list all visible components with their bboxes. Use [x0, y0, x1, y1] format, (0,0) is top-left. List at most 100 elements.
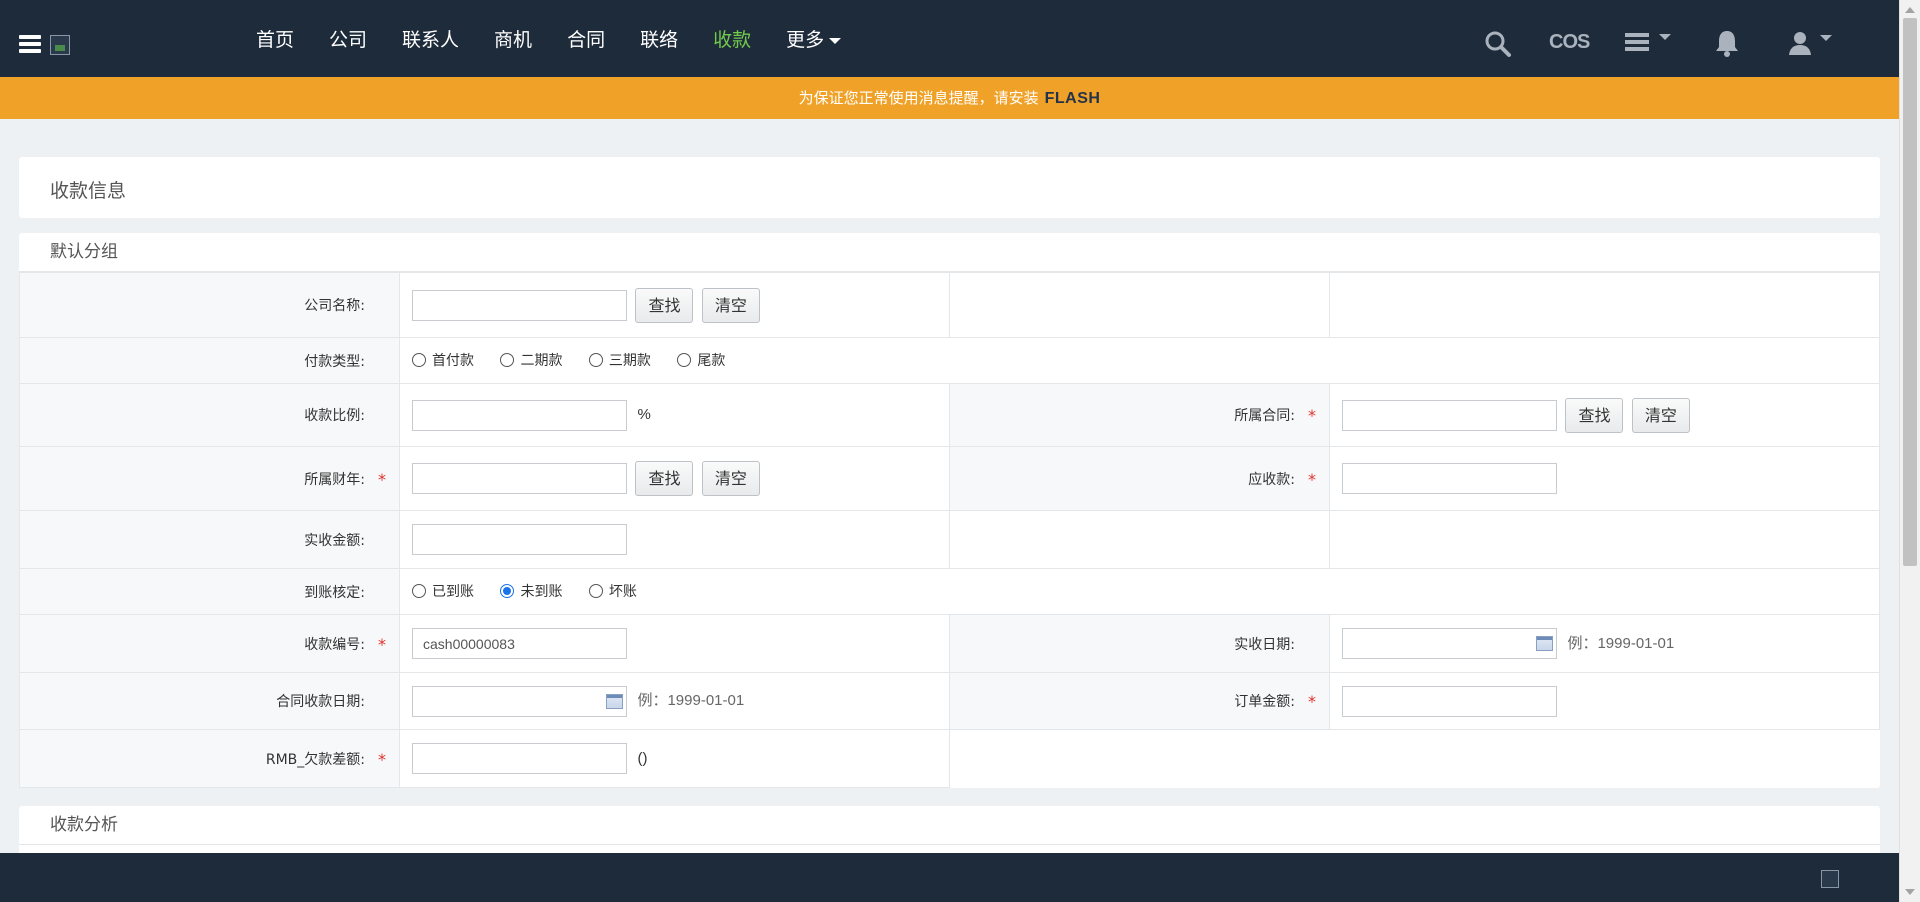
form-row: 收款编号: * 实收日期: 例：1999-01-01: [19, 614, 1880, 673]
user-icon[interactable]: [1788, 30, 1832, 60]
arrival-cell: 已到账 未到账 坏账: [399, 568, 1880, 615]
receivable-cell: [1329, 446, 1880, 511]
form-row: 到账核定: 已到账 未到账 坏账: [19, 568, 1880, 615]
form-row: RMB_欠款差额: * (): [19, 729, 1880, 788]
scroll-thumb[interactable]: [1903, 18, 1917, 566]
arrival-radio-received[interactable]: 已到账: [412, 581, 474, 601]
fiscal-year-label: 所属财年:: [304, 471, 365, 488]
number-label: 收款编号:: [304, 636, 365, 653]
bell-icon[interactable]: [1712, 28, 1742, 62]
form-row: 收款比例: % 所属合同: * 查找 清空: [19, 383, 1880, 447]
contract-date-hint: 例：1999-01-01: [637, 692, 745, 709]
calendar-icon[interactable]: [1536, 636, 1553, 651]
logo-image[interactable]: [50, 35, 70, 55]
cos-icon[interactable]: COS: [1549, 31, 1590, 54]
nav-item-contracts[interactable]: 合同: [567, 25, 605, 52]
search-icon[interactable]: [1484, 30, 1512, 62]
required-mark: *: [1308, 406, 1316, 425]
company-name-cell: 查找 清空: [399, 272, 950, 338]
radio-circle: [500, 584, 515, 598]
scroll-down-arrow-icon[interactable]: [1905, 889, 1915, 895]
required-mark: *: [1308, 469, 1316, 489]
actual-amount-input[interactable]: [412, 524, 627, 555]
radio-circle: [500, 353, 515, 367]
actual-date-cell: 例：1999-01-01: [1329, 614, 1880, 673]
nav-item-communications[interactable]: 联络: [640, 25, 678, 52]
company-find-button[interactable]: 查找: [635, 287, 694, 323]
payment-type-radio-third[interactable]: 三期款: [588, 350, 651, 370]
list-menu-icon[interactable]: [1625, 33, 1671, 57]
cos-label: COS: [1549, 31, 1590, 53]
number-cell: [399, 614, 950, 673]
fiscal-year-label-cell: 所属财年: *: [19, 446, 400, 511]
fiscal-year-input[interactable]: [412, 463, 627, 494]
percent-unit: %: [637, 406, 651, 423]
contract-date-wrap: [412, 685, 627, 717]
fiscal-year-clear-button[interactable]: 清空: [701, 461, 760, 496]
calendar-icon[interactable]: [606, 693, 623, 709]
company-name-label: 公司名称:: [19, 272, 400, 338]
required-mark: *: [378, 634, 386, 654]
empty-cell: [949, 272, 1330, 338]
required-mark: *: [1308, 692, 1316, 711]
actual-amount-cell: [399, 510, 950, 569]
contract-label-cell: 所属合同: *: [949, 383, 1330, 447]
chevron-down-icon: [1819, 34, 1832, 41]
contract-clear-button[interactable]: 清空: [1631, 397, 1690, 433]
nav-item-more[interactable]: 更多: [786, 25, 842, 52]
arrival-label: 到账核定:: [19, 568, 400, 615]
nav-more-label: 更多: [786, 29, 825, 51]
arrival-radio-not-received[interactable]: 未到账: [500, 581, 562, 601]
contract-date-label: 合同收款日期:: [19, 672, 400, 730]
actual-date-hint: 例：1999-01-01: [1567, 634, 1675, 652]
actual-date-input[interactable]: [1342, 628, 1557, 659]
fiscal-year-find-button[interactable]: 查找: [635, 461, 694, 496]
nav-item-company[interactable]: 公司: [329, 25, 367, 52]
company-clear-button[interactable]: 清空: [701, 287, 760, 323]
nav-item-home[interactable]: 首页: [256, 25, 294, 52]
radio-label: 坏账: [608, 584, 637, 600]
contract-find-button[interactable]: 查找: [1565, 397, 1624, 433]
footer-image[interactable]: [1821, 870, 1839, 888]
chevron-down-icon: [1658, 33, 1671, 40]
radio-label: 未到账: [520, 584, 563, 600]
rmb-diff-label: RMB_欠款差额:: [265, 751, 365, 768]
payment-type-radio-final[interactable]: 尾款: [677, 350, 725, 370]
nav-item-payments[interactable]: 收款: [713, 25, 751, 52]
banner-text: 为保证您正常使用消息提醒，请安装: [798, 89, 1039, 107]
group-title: 默认分组: [19, 233, 1880, 272]
order-amount-input[interactable]: [1342, 685, 1557, 717]
radio-label: 二期款: [520, 353, 563, 369]
number-input[interactable]: [412, 628, 627, 659]
receivable-label-cell: 应收款: *: [949, 446, 1330, 511]
nav-item-contacts[interactable]: 联系人: [402, 25, 459, 52]
radio-label: 三期款: [608, 353, 651, 369]
fiscal-year-cell: 查找 清空: [399, 446, 950, 511]
chevron-down-icon: [829, 37, 842, 44]
nav-item-opportunities[interactable]: 商机: [494, 25, 532, 52]
company-name-input[interactable]: [412, 289, 627, 321]
flash-link[interactable]: FLASH: [1045, 90, 1101, 107]
contract-label: 所属合同:: [1234, 408, 1295, 424]
payment-type-radio-first[interactable]: 首付款: [412, 350, 474, 370]
number-label-cell: 收款编号: *: [19, 614, 400, 673]
scroll-up-arrow-icon[interactable]: [1905, 7, 1915, 13]
vertical-scrollbar[interactable]: [1899, 0, 1920, 902]
order-amount-label: 订单金额:: [1234, 694, 1295, 710]
actual-amount-label: 实收金额:: [19, 510, 400, 569]
hamburger-menu-icon[interactable]: [19, 35, 41, 53]
page-title: 收款信息: [50, 180, 127, 202]
rmb-diff-label-cell: RMB_欠款差额: *: [19, 729, 400, 788]
contract-date-input[interactable]: [412, 685, 627, 717]
radio-circle: [412, 584, 426, 598]
receivable-input[interactable]: [1342, 463, 1557, 494]
order-amount-cell: [1329, 672, 1880, 730]
ratio-input[interactable]: [412, 399, 627, 431]
actual-date-label: 实收日期:: [949, 614, 1330, 673]
contract-input[interactable]: [1342, 399, 1557, 431]
ratio-cell: %: [399, 383, 950, 447]
empty-cell: [1329, 272, 1880, 338]
arrival-radio-bad-debt[interactable]: 坏账: [588, 581, 637, 601]
rmb-diff-input[interactable]: [412, 743, 627, 774]
payment-type-radio-second[interactable]: 二期款: [500, 350, 562, 370]
